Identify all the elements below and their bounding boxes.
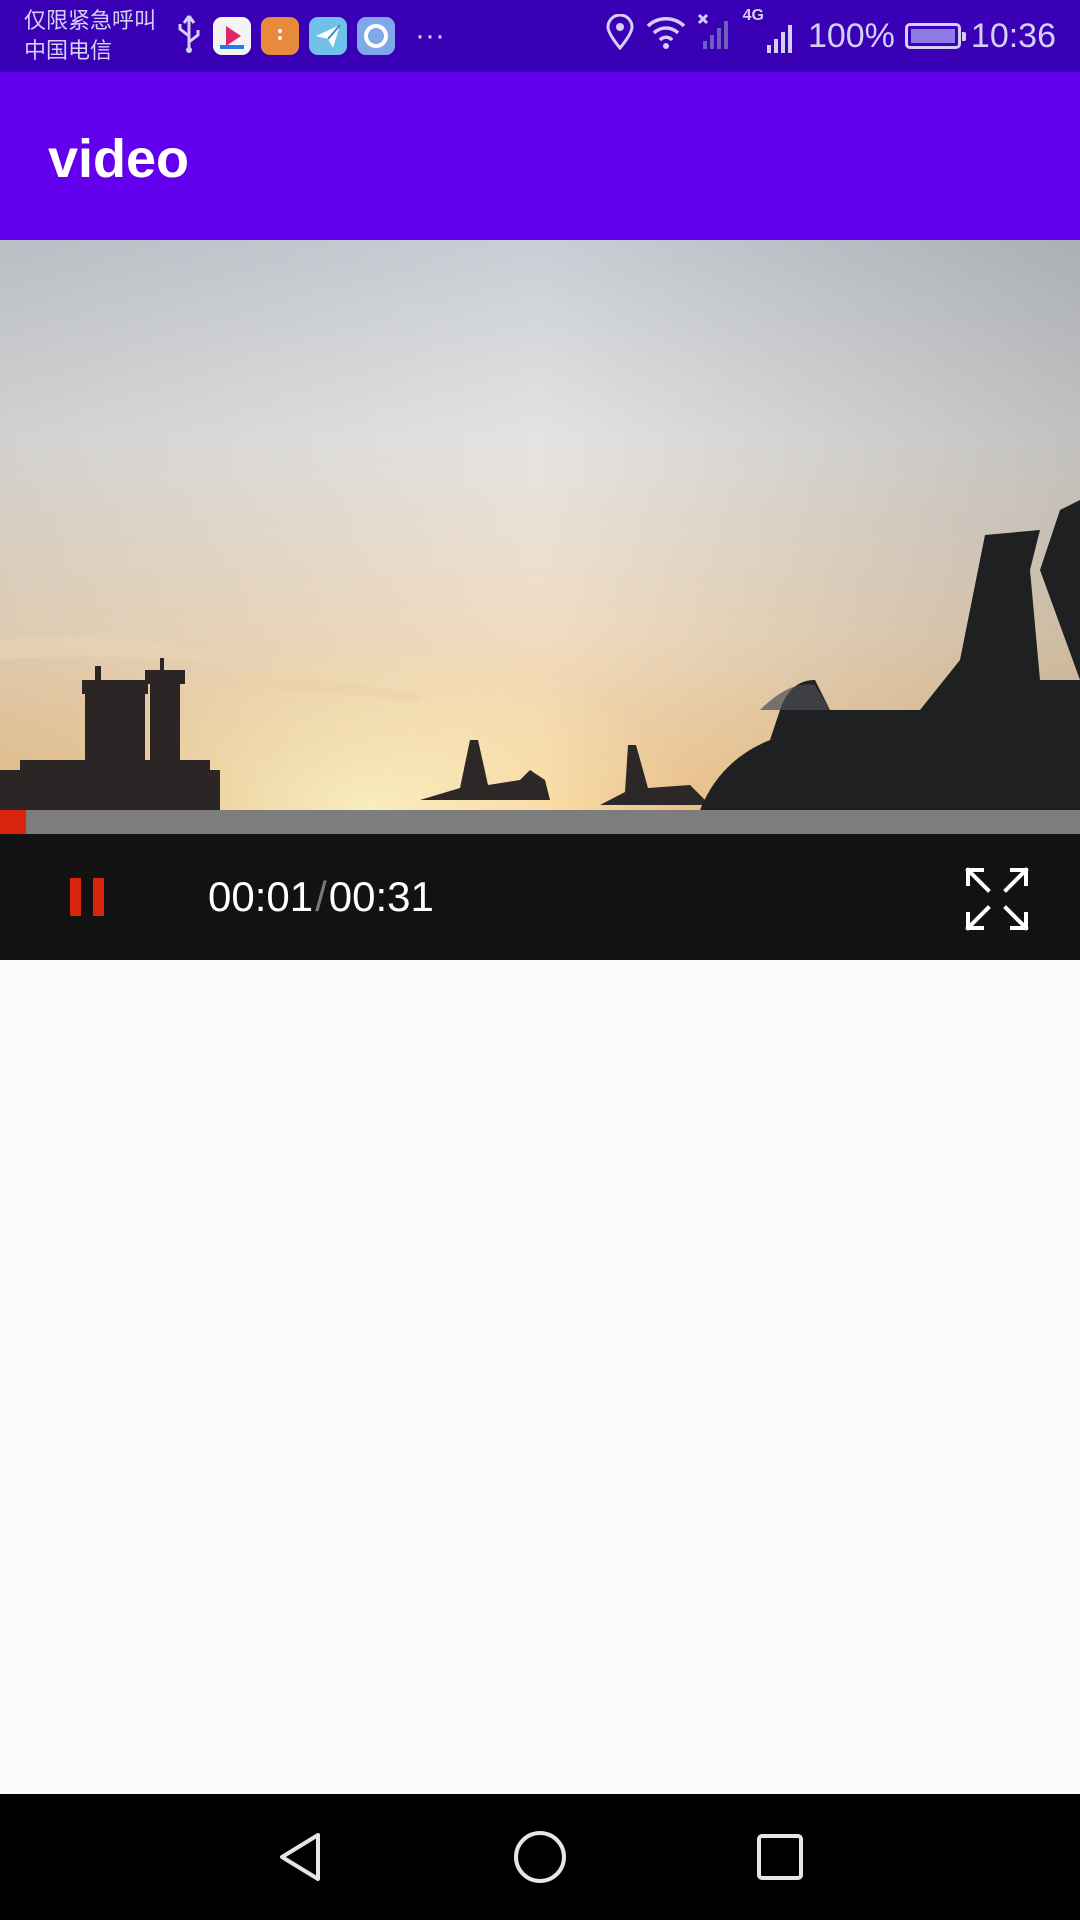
battery-level xyxy=(910,29,955,43)
fullscreen-button[interactable] xyxy=(964,866,1030,932)
time-separator: / xyxy=(315,873,327,920)
current-time: 00:01 xyxy=(208,873,314,920)
clock: 10:36 xyxy=(970,16,1056,55)
video-image xyxy=(0,240,1080,810)
player-controls: 00:01/00:31 xyxy=(0,834,1080,960)
duration: 00:31 xyxy=(328,873,434,920)
location-icon xyxy=(605,13,635,59)
carrier-info: 仅限紧急呼叫 中国电信 xyxy=(24,6,156,66)
page-title: video xyxy=(48,129,190,189)
status-bar: 仅限紧急呼叫 中国电信 ··· 4G 100% 10:36 xyxy=(0,0,1080,72)
orange-app-icon xyxy=(261,17,299,55)
pause-button[interactable] xyxy=(52,862,122,932)
back-button[interactable] xyxy=(270,1827,330,1887)
battery-percent: 100% xyxy=(807,16,895,55)
recents-button[interactable] xyxy=(750,1827,810,1887)
pause-icon xyxy=(64,878,110,916)
wifi-icon xyxy=(645,15,687,58)
overflow-indicator: ··· xyxy=(415,19,445,52)
paper-plane-app-icon xyxy=(309,17,347,55)
battery-icon xyxy=(904,23,966,49)
system-status: 4G 100% 10:36 xyxy=(605,0,1056,72)
network-type: 4G xyxy=(742,7,764,24)
carrier-line-1: 仅限紧急呼叫 xyxy=(24,8,157,33)
recents-icon xyxy=(757,1834,803,1880)
seek-bar[interactable] xyxy=(0,810,1080,834)
fullscreen-icon xyxy=(965,867,1029,931)
browser-app-icon xyxy=(357,17,395,55)
back-icon xyxy=(280,1833,320,1881)
navigation-bar xyxy=(0,1794,1080,1920)
video-frame[interactable] xyxy=(0,240,1080,810)
signal-icon-sim1 xyxy=(697,13,733,60)
home-button[interactable] xyxy=(510,1827,570,1887)
youku-app-icon xyxy=(213,17,251,55)
notification-icons: ··· xyxy=(175,14,445,58)
carrier-line-2: 中国电信 xyxy=(24,38,113,63)
signal-icon: 4G xyxy=(743,7,798,55)
seek-bar-progress xyxy=(0,810,26,834)
app-bar: video xyxy=(0,72,1080,240)
time-display: 00:01/00:31 xyxy=(208,872,434,922)
usb-icon xyxy=(175,14,203,59)
home-icon xyxy=(514,1831,566,1883)
